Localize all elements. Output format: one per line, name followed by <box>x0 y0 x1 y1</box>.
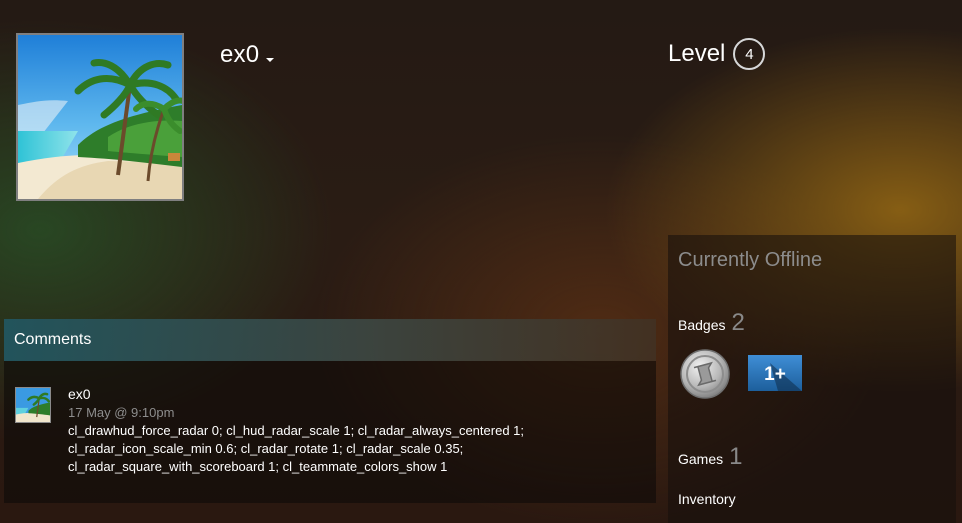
games-link[interactable]: Games 1 <box>678 443 742 471</box>
comment-text-line: cl_radar_icon_scale_min 0.6; cl_radar_ro… <box>68 441 464 456</box>
comment-author-avatar[interactable] <box>15 387 51 423</box>
comment-item: ex0 17 May @ 9:10pm cl_drawhud_force_rad… <box>15 386 608 476</box>
level-badge[interactable]: 4 <box>733 38 766 70</box>
badge-icons: 1+ <box>680 349 804 404</box>
comment-text: cl_drawhud_force_radar 0; cl_hud_radar_s… <box>68 422 608 476</box>
games-count: 1 <box>729 443 743 470</box>
comment-body: ex0 17 May @ 9:10pm cl_drawhud_force_rad… <box>68 386 608 476</box>
comment-text-line: cl_drawhud_force_radar 0; cl_hud_radar_s… <box>68 423 524 438</box>
persona-name-dropdown[interactable]: ex0 <box>220 40 275 70</box>
level-label: Level <box>668 40 726 67</box>
online-status: Currently Offline <box>678 249 823 271</box>
profile-right-panel: Currently Offline Badges 2 1+ Games 1 In… <box>668 235 956 523</box>
comment-timestamp: 17 May @ 9:10pm <box>68 405 175 420</box>
comments-header: Comments <box>4 319 656 361</box>
beach-palm-avatar-image <box>18 35 182 199</box>
games-label: Games <box>678 451 724 467</box>
beach-palm-avatar-thumb <box>16 388 50 422</box>
badge-1-plus-text: 1+ <box>764 364 786 385</box>
profile-level: Level 4 <box>668 38 766 70</box>
years-of-service-1-badge-icon[interactable]: 1+ <box>748 355 804 398</box>
comments-title: Comments <box>14 331 92 348</box>
inventory-link[interactable]: Inventory <box>678 491 736 507</box>
profile-avatar[interactable] <box>16 33 184 201</box>
comment-author[interactable]: ex0 <box>68 386 608 403</box>
badges-link[interactable]: Badges 2 <box>678 309 745 337</box>
silver-coin-badge-icon[interactable] <box>680 349 730 404</box>
badges-count: 2 <box>731 309 745 336</box>
comments-panel: Comments ex0 17 May @ 9:10pm cl_drawhud_… <box>4 319 656 503</box>
comment-text-line: cl_radar_square_with_scoreboard 1; cl_te… <box>68 459 448 474</box>
badges-label: Badges <box>678 317 726 333</box>
persona-name: ex0 <box>220 41 260 68</box>
caret-down-icon <box>266 58 275 62</box>
